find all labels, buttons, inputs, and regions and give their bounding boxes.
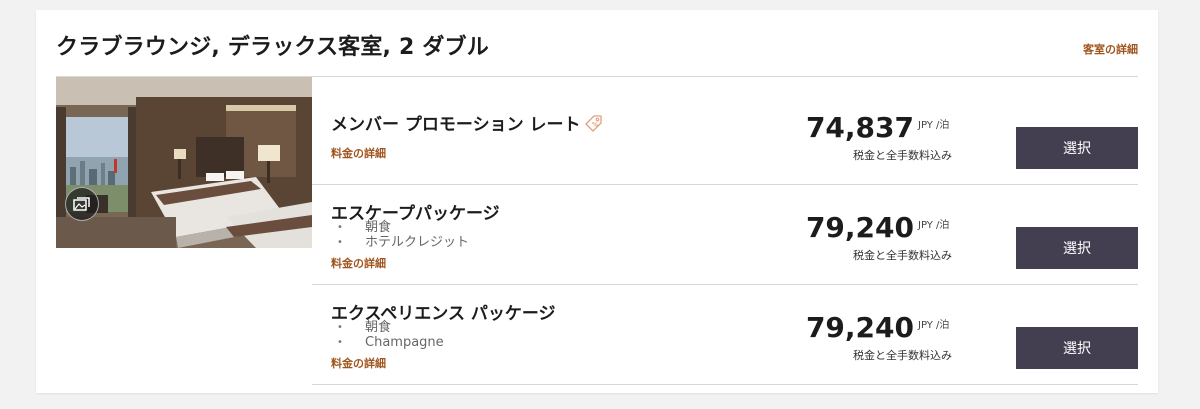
rate-list: メンバー プロモーション レート % 料金の詳細 74,837 JPY /泊 税…: [312, 77, 1138, 385]
rate-details-link[interactable]: 料金の詳細: [331, 145, 386, 161]
inclusion-item: 朝食: [331, 320, 444, 335]
price-amount: 79,240: [805, 311, 914, 344]
room-photo[interactable]: [56, 77, 312, 248]
rate-details-link[interactable]: 料金の詳細: [331, 255, 386, 271]
rate-name-text: メンバー プロモーション レート: [331, 115, 581, 135]
price-unit: JPY /泊: [918, 120, 950, 131]
room-title: クラブラウンジ, デラックス客室, 2 ダブル: [56, 35, 489, 60]
price-block: 79,240 JPY /泊 税金と全手数料込み: [806, 213, 952, 263]
room-photo-illustration: [56, 77, 312, 248]
price-unit: JPY /泊: [918, 320, 950, 331]
price-tag-icon: %: [584, 114, 602, 132]
tax-note: 税金と全手数料込み: [853, 249, 952, 262]
inclusion-item: 朝食: [331, 220, 469, 235]
price-amount: 74,837: [805, 111, 914, 144]
tax-note: 税金と全手数料込み: [853, 149, 952, 162]
svg-text:%: %: [592, 121, 598, 128]
inclusion-item: ホテルクレジット: [331, 235, 469, 250]
inclusion-list: 朝食 Champagne: [331, 320, 444, 350]
rate-row: メンバー プロモーション レート % 料金の詳細 74,837 JPY /泊 税…: [312, 77, 1138, 185]
select-button[interactable]: 選択: [1016, 127, 1138, 169]
gallery-button[interactable]: [65, 187, 99, 221]
rate-row: エクスペリエンス パッケージ 朝食 Champagne 料金の詳細 79,240…: [312, 285, 1138, 385]
rate-name: メンバー プロモーション レート %: [331, 110, 603, 135]
inclusion-list: 朝食 ホテルクレジット: [331, 220, 469, 250]
select-button[interactable]: 選択: [1016, 227, 1138, 269]
rate-row: エスケープパッケージ 朝食 ホテルクレジット 料金の詳細 79,240 JPY …: [312, 185, 1138, 285]
gallery-icon: [73, 197, 90, 211]
price-amount: 79,240: [805, 211, 914, 244]
price-block: 74,837 JPY /泊 税金と全手数料込み: [806, 113, 952, 163]
tax-note: 税金と全手数料込み: [853, 349, 952, 362]
room-card: クラブラウンジ, デラックス客室, 2 ダブル 客室の詳細 メンバー プロモーシ…: [36, 10, 1158, 393]
select-button[interactable]: 選択: [1016, 327, 1138, 369]
inclusion-item: Champagne: [331, 335, 444, 350]
price-block: 79,240 JPY /泊 税金と全手数料込み: [806, 313, 952, 363]
room-details-link[interactable]: 客室の詳細: [1083, 41, 1138, 57]
price-unit: JPY /泊: [918, 220, 950, 231]
rate-details-link[interactable]: 料金の詳細: [331, 355, 386, 371]
